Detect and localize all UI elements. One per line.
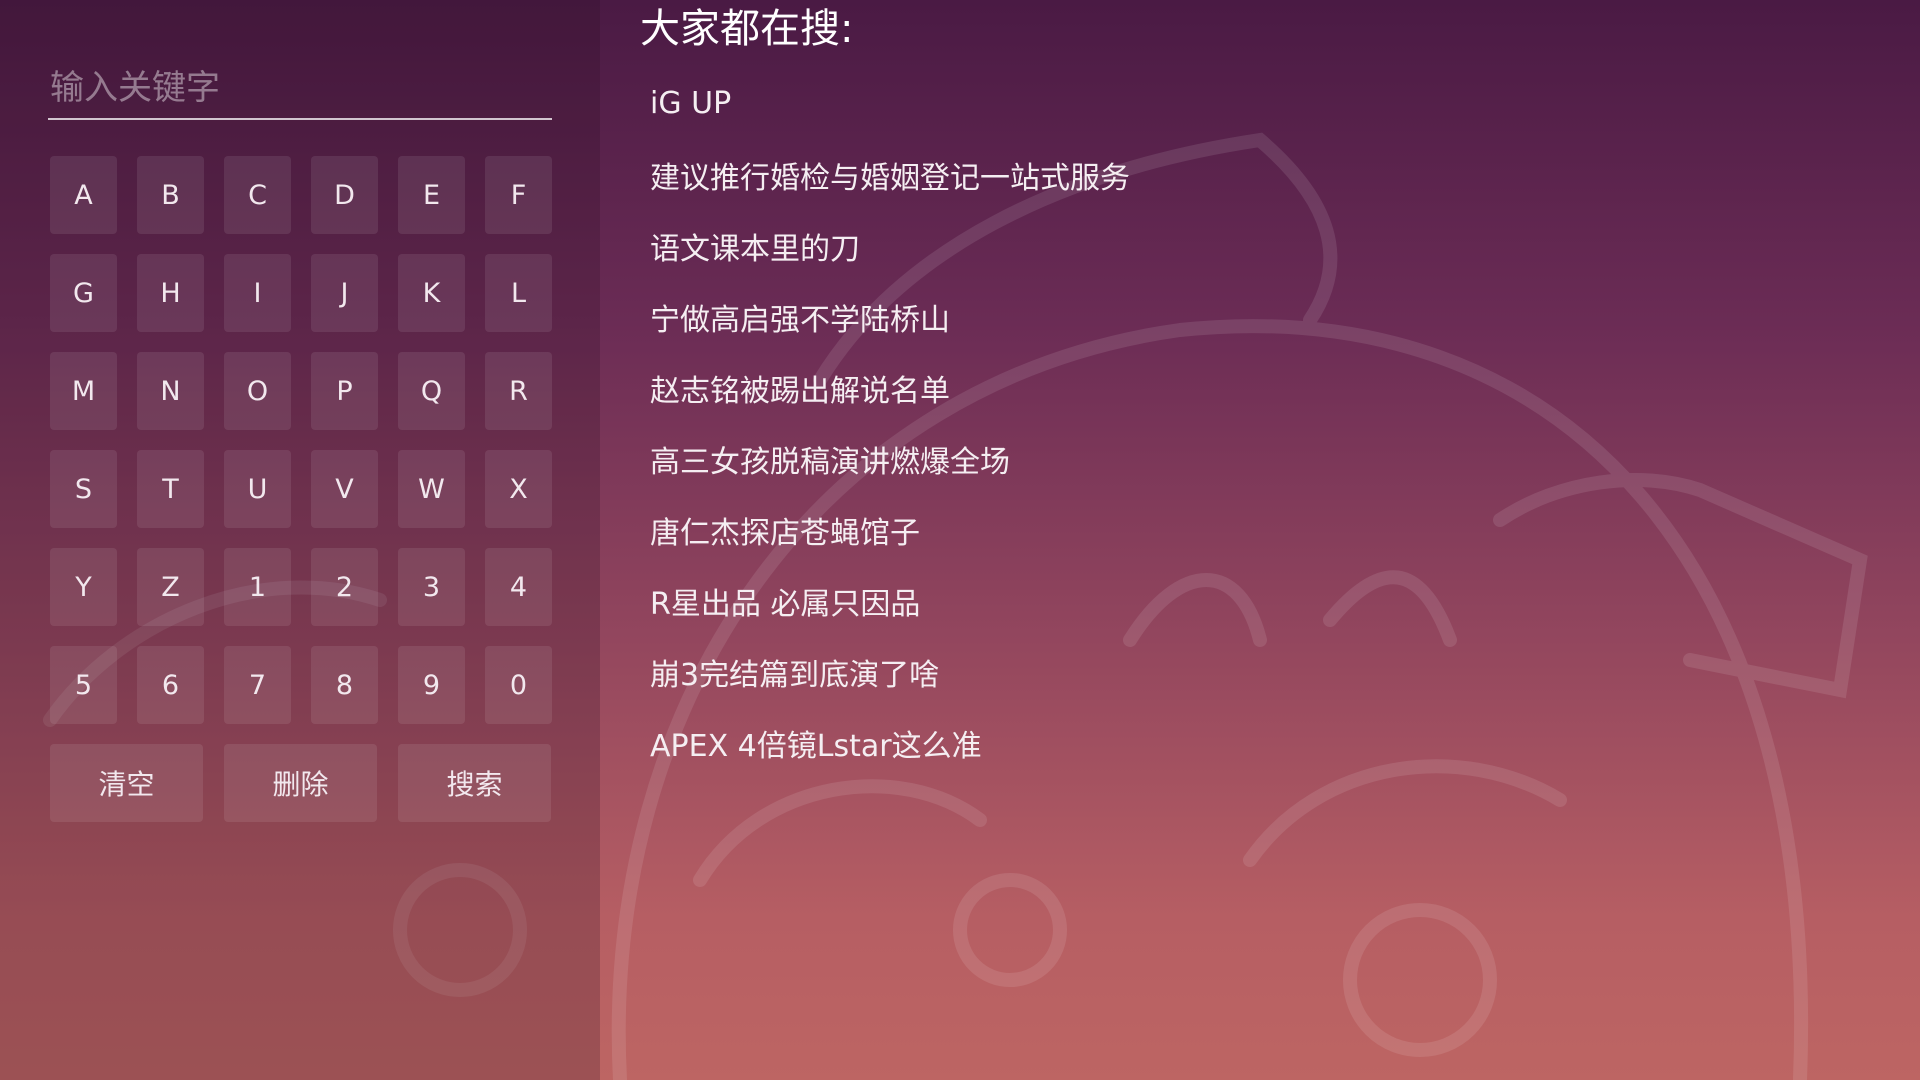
key-s[interactable]: S — [50, 450, 117, 528]
key-v[interactable]: V — [311, 450, 378, 528]
key-j[interactable]: J — [311, 254, 378, 332]
key-l[interactable]: L — [485, 254, 552, 332]
key-i[interactable]: I — [224, 254, 291, 332]
key-z[interactable]: Z — [137, 548, 204, 626]
key-q[interactable]: Q — [398, 352, 465, 430]
key-a[interactable]: A — [50, 156, 117, 234]
key-h[interactable]: H — [137, 254, 204, 332]
key-m[interactable]: M — [50, 352, 117, 430]
key-u[interactable]: U — [224, 450, 291, 528]
key-n[interactable]: N — [137, 352, 204, 430]
key-7[interactable]: 7 — [224, 646, 291, 724]
key-0[interactable]: 0 — [485, 646, 552, 724]
key-g[interactable]: G — [50, 254, 117, 332]
key-e[interactable]: E — [398, 156, 465, 234]
key-x[interactable]: X — [485, 450, 552, 528]
hot-search-item[interactable]: 唐仁杰探店苍蝇馆子 — [650, 494, 1130, 565]
key-2[interactable]: 2 — [311, 548, 378, 626]
key-6[interactable]: 6 — [137, 646, 204, 724]
key-3[interactable]: 3 — [398, 548, 465, 626]
hot-search-item[interactable]: APEX 4倍镜Lstar这么准 — [650, 707, 1130, 778]
hot-search-item[interactable]: 崩3完结篇到底演了啥 — [650, 636, 1130, 707]
keyboard-panel: ABCDEF GHIJKL MNOPQR STUVWX YZ1234 567890 清空 … — [0, 0, 600, 1080]
key-1[interactable]: 1 — [224, 548, 291, 626]
hot-search-item[interactable]: iG UP — [650, 68, 1130, 139]
hot-search-item[interactable]: 赵志铭被踢出解说名单 — [650, 352, 1130, 423]
key-y[interactable]: Y — [50, 548, 117, 626]
key-w[interactable]: W — [398, 450, 465, 528]
delete-button[interactable]: 删除 — [224, 744, 377, 822]
search-input[interactable] — [48, 58, 552, 118]
search-button[interactable]: 搜索 — [398, 744, 551, 822]
key-5[interactable]: 5 — [50, 646, 117, 724]
key-c[interactable]: C — [224, 156, 291, 234]
hot-search-item[interactable]: 语文课本里的刀 — [650, 210, 1130, 281]
hot-search-list: iG UP 建议推行婚检与婚姻登记一站式服务 语文课本里的刀 宁做高启强不学陆桥山 赵志… — [650, 68, 1130, 778]
key-p[interactable]: P — [311, 352, 378, 430]
hot-search-item[interactable]: 高三女孩脱稿演讲燃爆全场 — [650, 423, 1130, 494]
on-screen-keyboard: ABCDEF GHIJKL MNOPQR STUVWX YZ1234 567890 — [50, 156, 552, 724]
key-k[interactable]: K — [398, 254, 465, 332]
key-4[interactable]: 4 — [485, 548, 552, 626]
clear-button[interactable]: 清空 — [50, 744, 203, 822]
key-9[interactable]: 9 — [398, 646, 465, 724]
key-8[interactable]: 8 — [311, 646, 378, 724]
hot-search-item[interactable]: 建议推行婚检与婚姻登记一站式服务 — [650, 139, 1130, 210]
hot-search-title: 大家都在搜: — [640, 6, 854, 52]
key-f[interactable]: F — [485, 156, 552, 234]
search-field[interactable] — [48, 58, 552, 120]
keyboard-actions: 清空 删除 搜索 — [50, 744, 551, 822]
key-o[interactable]: O — [224, 352, 291, 430]
hot-search-item[interactable]: R星出品 必属只因品 — [650, 565, 1130, 636]
key-d[interactable]: D — [311, 156, 378, 234]
key-r[interactable]: R — [485, 352, 552, 430]
key-t[interactable]: T — [137, 450, 204, 528]
hot-search-item[interactable]: 宁做高启强不学陆桥山 — [650, 281, 1130, 352]
key-b[interactable]: B — [137, 156, 204, 234]
